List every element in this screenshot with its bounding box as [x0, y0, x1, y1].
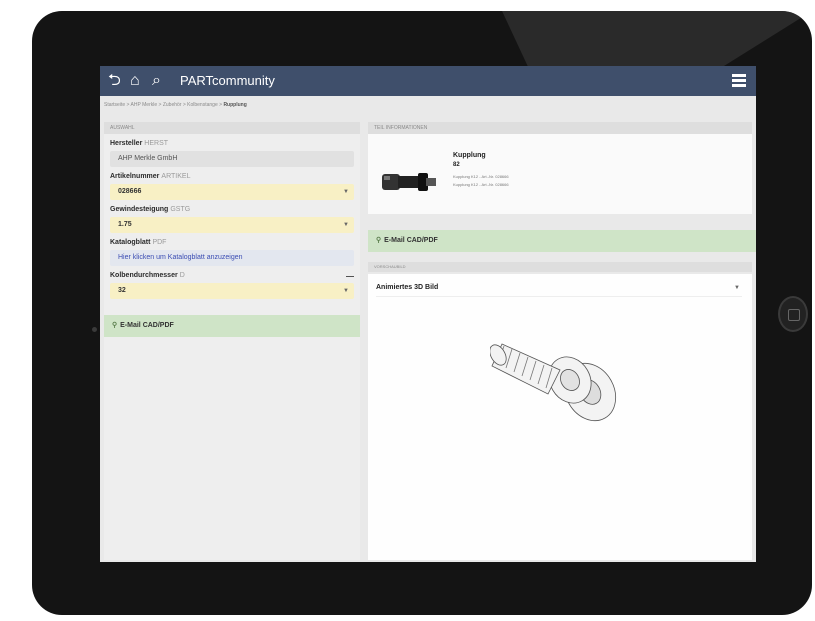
field-label-thread-pitch: Gewindesteigung GSTG — [110, 206, 191, 213]
email-cad-pdf-button[interactable]: ⚲ E-Mail CAD/PDF — [104, 315, 360, 337]
chevron-down-icon: ▼ — [343, 288, 349, 294]
chevron-down-icon: ▼ — [343, 189, 349, 195]
article-number-select[interactable]: 028666 ▼ — [110, 184, 354, 200]
back-icon[interactable]: ⮌ — [108, 72, 121, 90]
field-label-manufacturer: Hersteller HERST — [110, 140, 169, 147]
3d-model-coupling[interactable] — [490, 322, 630, 432]
home-icon[interactable]: ⌂ — [130, 72, 140, 90]
breadcrumb-current: Rupplung — [223, 102, 247, 108]
product-detail-line: Kupplung K12 - Art.-Nr. 028666 — [453, 174, 509, 179]
mail-icon: ⚲ — [112, 322, 118, 329]
viewer-mode-select[interactable]: Animiertes 3D Bild ▼ — [376, 280, 742, 297]
field-label-article-number: Artikelnummer ARTIKEL — [110, 173, 191, 180]
field-label-catalog-sheet: Katalogblatt PDF — [110, 239, 167, 246]
app-title: PARTcommunity — [180, 73, 275, 88]
manufacturer-field[interactable]: AHP Merkle GmbH — [110, 151, 354, 167]
app-screen: ⮌ ⌂ ⌕ PARTcommunity Startseite > AHP Mer… — [100, 66, 756, 562]
product-title: Kupplung — [453, 152, 486, 159]
part-info-panel: TEIL INFORMATIONEN Kupplung 82 Kupplung … — [368, 122, 756, 560]
thread-pitch-select[interactable]: 1.75 ▼ — [110, 217, 354, 233]
minus-icon[interactable]: — — [346, 272, 354, 281]
selection-panel: AUSWAHL Hersteller HERST AHP Merkle GmbH … — [104, 122, 360, 560]
top-navigation-bar: ⮌ ⌂ ⌕ PARTcommunity — [100, 66, 756, 96]
piston-diameter-select[interactable]: 32 ▼ — [110, 283, 354, 299]
breadcrumb-path[interactable]: Startseite > AHP Merkle > Zubehör > Kolb… — [104, 102, 223, 108]
product-thumbnail — [382, 173, 436, 191]
email-cad-pdf-button[interactable]: ⚲ E-Mail CAD/PDF — [368, 230, 756, 252]
panel-header: AUSWAHL — [104, 122, 360, 134]
menu-icon[interactable] — [732, 74, 746, 87]
panel-header: TEIL INFORMATIONEN — [368, 122, 752, 134]
viewer-header: VORSCHAUBILD — [368, 262, 752, 272]
front-camera — [92, 327, 97, 332]
3d-viewer[interactable]: Animiertes 3D Bild ▼ — [368, 274, 752, 560]
chevron-down-icon: ▼ — [734, 285, 740, 291]
home-button[interactable] — [778, 296, 808, 332]
chevron-down-icon: ▼ — [343, 222, 349, 228]
product-detail-line: Kupplung K12 - Art.-Nr. 028666 — [453, 182, 509, 187]
part-info-card: TEIL INFORMATIONEN Kupplung 82 Kupplung … — [368, 122, 752, 214]
field-label-piston-diameter: Kolbendurchmesser D — — [110, 272, 354, 281]
catalog-sheet-link[interactable]: Hier klicken um Katalogblatt anzuzeigen — [110, 250, 354, 266]
product-subtitle: 82 — [453, 162, 460, 168]
search-icon[interactable]: ⌕ — [152, 72, 161, 90]
mail-icon: ⚲ — [376, 237, 382, 244]
breadcrumb[interactable]: Startseite > AHP Merkle > Zubehör > Kolb… — [104, 102, 247, 108]
